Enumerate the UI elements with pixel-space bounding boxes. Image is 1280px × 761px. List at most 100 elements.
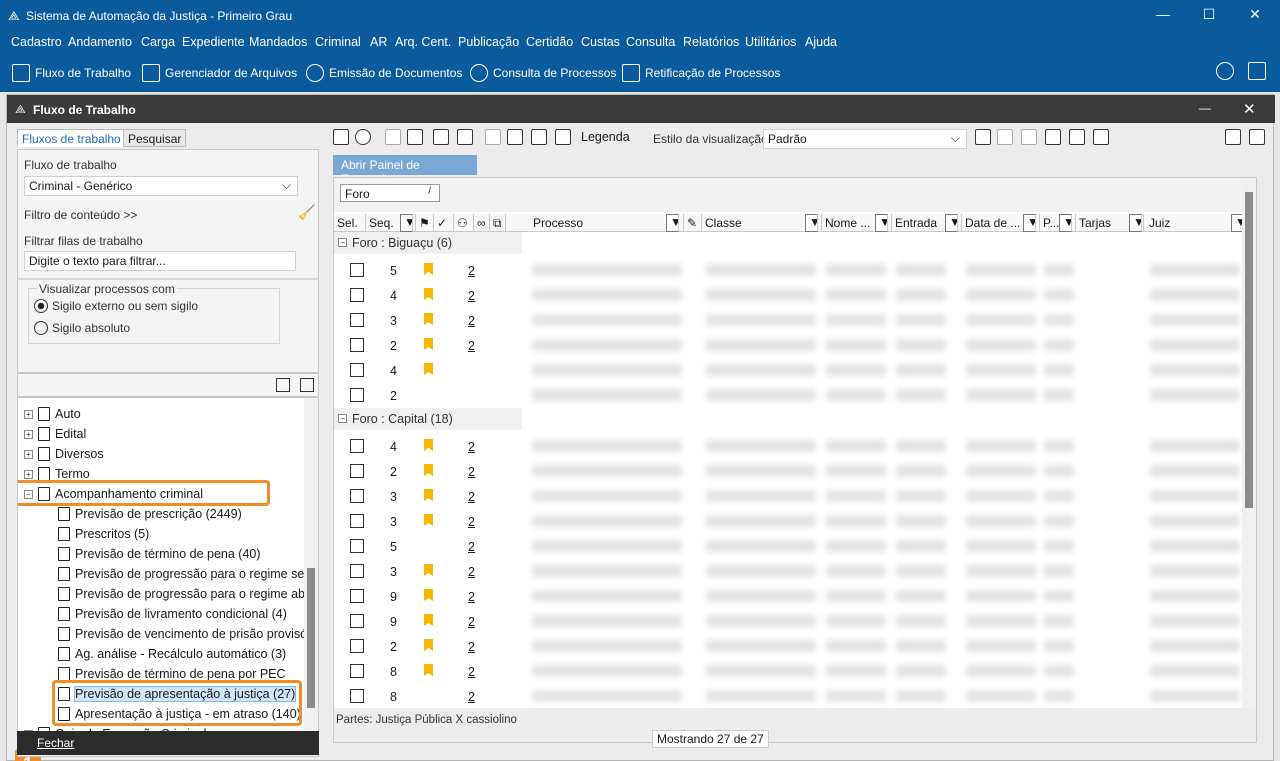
find-icon[interactable]: [507, 129, 523, 145]
col-filter-icon[interactable]: ▼: [400, 214, 413, 232]
menu-custas[interactable]: Custas: [581, 35, 620, 49]
maximize-button[interactable]: ☐: [1186, 6, 1232, 23]
layout-icon[interactable]: [1093, 129, 1109, 145]
row-checkbox[interactable]: [350, 313, 364, 327]
row-link[interactable]: 2: [468, 440, 475, 454]
row-checkbox[interactable]: [350, 589, 364, 603]
remove-comment-icon[interactable]: [555, 129, 571, 145]
row-link[interactable]: 2: [468, 590, 475, 604]
menu-andamento[interactable]: Andamento: [68, 35, 132, 49]
broom-icon[interactable]: 🧹: [298, 204, 315, 221]
menu-carga[interactable]: Carga: [141, 35, 175, 49]
col-filter-icon[interactable]: ▼: [875, 214, 888, 232]
col-link-icon[interactable]: ∞: [474, 214, 490, 232]
col-filter-icon[interactable]: ▼: [945, 214, 958, 232]
row-checkbox[interactable]: [350, 639, 364, 653]
tree-child-prescritos[interactable]: Prescritos (5): [58, 524, 149, 544]
table-row[interactable]: 22: [334, 459, 1248, 484]
tree-child-prescricao[interactable]: Previsão de prescrição (2449): [58, 504, 242, 524]
menu-cadastro[interactable]: Cadastro: [11, 35, 62, 49]
col-filter-icon[interactable]: ▼: [1129, 214, 1142, 232]
table-row[interactable]: 52: [334, 534, 1248, 559]
row-checkbox[interactable]: [350, 489, 364, 503]
queue-filter-input[interactable]: Digite o texto para filtrar...: [24, 251, 296, 271]
menu-arq-cent[interactable]: Arq. Cent.: [395, 35, 451, 49]
menu-utilitarios[interactable]: Utilitários: [745, 35, 796, 49]
grid-vscrollbar[interactable]: [1242, 178, 1256, 708]
list-icon[interactable]: [1069, 129, 1085, 145]
group-row-capital[interactable]: − Foro : Capital (18): [334, 408, 522, 430]
table-row[interactable]: 22: [334, 333, 1248, 358]
flow-button[interactable]: Fluxo de Trabalho: [12, 63, 131, 83]
rectify-button[interactable]: Retificação de Processos: [622, 63, 780, 83]
table-row[interactable]: 82: [334, 659, 1248, 684]
col-flag-icon[interactable]: ⚑: [416, 214, 434, 232]
users-icon[interactable]: [1216, 62, 1234, 80]
new-document-icon[interactable]: [333, 129, 349, 145]
row-checkbox[interactable]: [350, 464, 364, 478]
tree-child-recalculo[interactable]: Ag. análise - Recálculo automático (3): [58, 644, 286, 664]
row-checkbox[interactable]: [350, 539, 364, 553]
menu-certidao[interactable]: Certidão: [526, 35, 573, 49]
open-panel-tab[interactable]: Abrir Painel de Execução: [333, 155, 477, 186]
table-row[interactable]: 32: [334, 484, 1248, 509]
row-link[interactable]: 2: [468, 264, 475, 278]
home-icon[interactable]: [1248, 62, 1266, 80]
row-link[interactable]: 2: [468, 515, 475, 529]
col-filter-icon[interactable]: ▼: [1023, 214, 1036, 232]
row-checkbox[interactable]: [350, 514, 364, 528]
row-link[interactable]: 2: [468, 339, 475, 353]
row-checkbox[interactable]: [350, 439, 364, 453]
row-link[interactable]: 2: [468, 565, 475, 579]
row-link[interactable]: 2: [468, 615, 475, 629]
menu-relatorios[interactable]: Relatórios: [683, 35, 739, 49]
query-button[interactable]: Consulta de Processos: [470, 63, 616, 83]
col-filter-icon[interactable]: ▼: [1059, 214, 1072, 232]
menu-expediente[interactable]: Expediente: [182, 35, 245, 49]
files-button[interactable]: Gerenciador de Arquivos: [142, 63, 297, 83]
tree-child-prisao-provisoria[interactable]: Previsão de vencimento de prisão provisó…: [58, 624, 318, 644]
row-link[interactable]: 2: [468, 640, 475, 654]
table-row[interactable]: 52: [334, 258, 1248, 283]
row-checkbox[interactable]: [350, 689, 364, 703]
content-filter-link[interactable]: Filtro de conteúdo >>: [24, 208, 137, 222]
tree-child-termino-pena[interactable]: Previsão de término de pena (40): [58, 544, 261, 564]
flow-select[interactable]: Criminal - Genérico ⌵: [24, 176, 298, 196]
tree-child-progressao-semiaberto[interactable]: Previsão de progressão para o regime sem…: [58, 564, 318, 584]
table-row[interactable]: 2: [334, 383, 1248, 408]
tab-flows[interactable]: Fluxos de trabalho: [17, 129, 126, 147]
close-button[interactable]: ✕: [1232, 6, 1278, 23]
expand-all-icon[interactable]: [1225, 129, 1241, 145]
tree-vscrollbar[interactable]: [304, 398, 318, 740]
row-checkbox[interactable]: [350, 263, 364, 277]
row-link[interactable]: 2: [468, 665, 475, 679]
col-filter-icon[interactable]: ▼: [805, 214, 818, 232]
row-checkbox[interactable]: [350, 614, 364, 628]
table-row[interactable]: 32: [334, 509, 1248, 534]
table-row[interactable]: 82: [334, 684, 1248, 708]
col-classe[interactable]: Classe: [702, 214, 822, 232]
group-row-biguacu[interactable]: − Foro : Biguaçu (6): [334, 232, 522, 254]
tree-child-progressao-aberto[interactable]: Previsão de progressão para o regime abe…: [58, 584, 318, 604]
radio-sigilo-externo[interactable]: Sigilo externo ou sem sigilo: [34, 299, 198, 313]
row-checkbox[interactable]: [350, 288, 364, 302]
row-link[interactable]: 2: [468, 465, 475, 479]
radio-sigilo-absoluto[interactable]: Sigilo absoluto: [34, 321, 130, 335]
tree-collapse-icon[interactable]: [300, 378, 314, 392]
columns-icon[interactable]: [1045, 129, 1061, 145]
row-checkbox[interactable]: [350, 388, 364, 402]
grid-vscroll-thumb[interactable]: [1245, 192, 1253, 508]
transfer-icon[interactable]: [457, 129, 473, 145]
col-note-icon[interactable]: ✎: [684, 214, 702, 232]
tree-child-livramento[interactable]: Previsão de livramento condicional (4): [58, 604, 287, 624]
row-link[interactable]: 2: [468, 690, 475, 704]
style-select[interactable]: Padrão ⌵: [763, 129, 967, 149]
duplicate-icon[interactable]: [407, 129, 423, 145]
window-minimize-button[interactable]: —: [1199, 101, 1211, 115]
row-link[interactable]: 2: [468, 289, 475, 303]
col-filter-icon[interactable]: ▼: [666, 214, 679, 232]
table-row[interactable]: 32: [334, 308, 1248, 333]
tree-node-auto[interactable]: + Auto: [24, 404, 81, 424]
menu-ajuda[interactable]: Ajuda: [805, 35, 837, 49]
row-checkbox[interactable]: [350, 564, 364, 578]
